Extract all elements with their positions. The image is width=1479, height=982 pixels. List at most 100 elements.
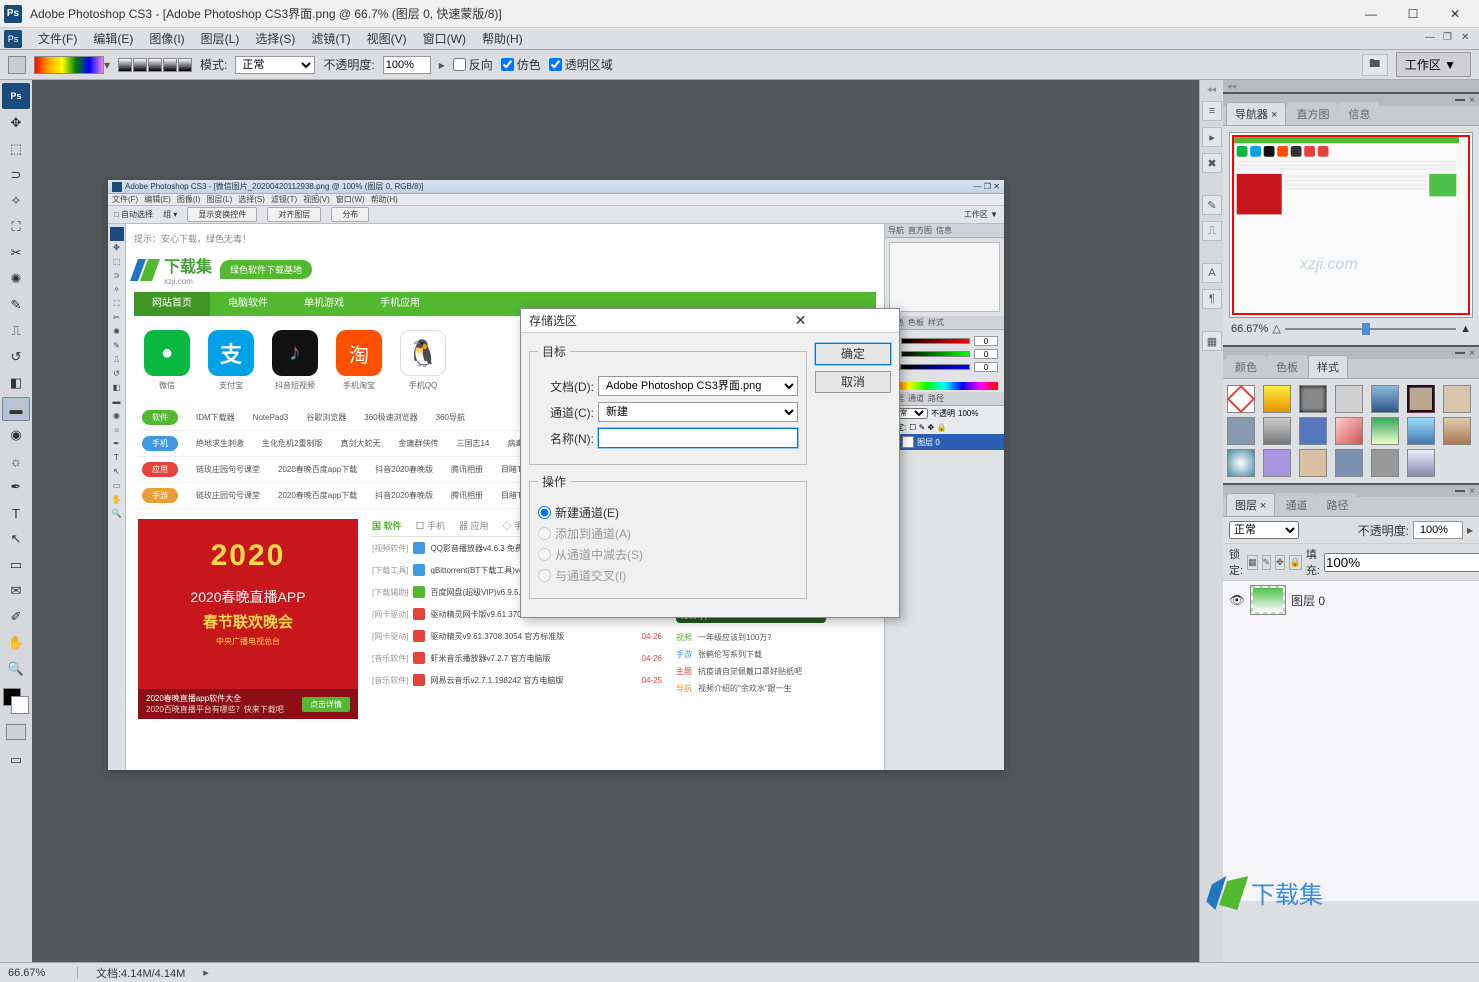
zoom-tool[interactable]: 🔍 bbox=[2, 657, 30, 681]
status-zoom[interactable]: 66.67% bbox=[8, 967, 78, 979]
navigator-thumbnail[interactable] bbox=[1232, 135, 1470, 315]
menu-image[interactable]: 图像(I) bbox=[141, 27, 192, 50]
reverse-checkbox[interactable]: 反向 bbox=[453, 56, 493, 73]
style-swatch[interactable] bbox=[1299, 385, 1327, 413]
pen-tool[interactable]: ✒ bbox=[2, 475, 30, 499]
style-swatch[interactable] bbox=[1263, 385, 1291, 413]
ok-button[interactable]: 确定 bbox=[815, 343, 891, 365]
go-to-bridge-button[interactable]: 🖿 bbox=[1362, 54, 1388, 76]
dither-checkbox[interactable]: 仿色 bbox=[501, 56, 541, 73]
eraser-tool[interactable]: ◧ bbox=[2, 371, 30, 395]
lock-transparent-icon[interactable]: ▦ bbox=[1247, 555, 1258, 570]
fill-input[interactable] bbox=[1324, 553, 1479, 572]
zoom-out-icon[interactable]: △ bbox=[1272, 322, 1280, 335]
gradient-preview[interactable] bbox=[34, 56, 104, 74]
tab-paths[interactable]: 路径 bbox=[1317, 493, 1357, 516]
dock-character-icon[interactable]: A bbox=[1202, 263, 1222, 283]
style-swatch[interactable] bbox=[1299, 417, 1327, 445]
stamp-tool[interactable]: ⎍ bbox=[2, 319, 30, 343]
lock-all-icon[interactable]: 🔒 bbox=[1289, 555, 1302, 570]
notes-tool[interactable]: ✉ bbox=[2, 579, 30, 603]
opacity-arrow-icon[interactable]: ▸ bbox=[439, 58, 445, 72]
document-select[interactable]: Adobe Photoshop CS3界面.png bbox=[598, 376, 798, 396]
blur-tool[interactable]: ◉ bbox=[2, 423, 30, 447]
crop-tool[interactable]: ⛶ bbox=[2, 215, 30, 239]
dock-history-icon[interactable]: ≡ bbox=[1202, 101, 1222, 121]
minimize-button[interactable]: — bbox=[1351, 2, 1391, 26]
tab-styles[interactable]: 样式 bbox=[1308, 355, 1348, 378]
transparency-checkbox[interactable]: 透明区域 bbox=[549, 56, 613, 73]
channel-select[interactable]: 新建 bbox=[598, 402, 798, 422]
shape-tool[interactable]: ▭ bbox=[2, 553, 30, 577]
gradient-angle[interactable] bbox=[148, 58, 162, 72]
gradient-radial[interactable] bbox=[133, 58, 147, 72]
canvas-area[interactable]: Adobe Photoshop CS3 - [微信图片_202004201129… bbox=[32, 80, 1199, 962]
style-swatch[interactable] bbox=[1407, 385, 1435, 413]
workspace-dropdown[interactable]: 工作区 ▼ bbox=[1396, 52, 1471, 77]
opacity-input[interactable] bbox=[383, 56, 431, 74]
quick-mask-toggle[interactable] bbox=[6, 724, 26, 740]
dodge-tool[interactable]: ☼ bbox=[2, 449, 30, 473]
blend-mode-select[interactable]: 正常 bbox=[235, 56, 315, 74]
doc-minimize-button[interactable]: — bbox=[1425, 32, 1439, 46]
menu-help[interactable]: 帮助(H) bbox=[474, 27, 531, 50]
maximize-button[interactable]: ☐ bbox=[1393, 2, 1433, 26]
layer-thumbnail[interactable] bbox=[1250, 585, 1286, 615]
style-swatch[interactable] bbox=[1407, 417, 1435, 445]
dialog-close-button[interactable]: ✕ bbox=[710, 312, 891, 329]
name-input[interactable] bbox=[598, 428, 798, 448]
style-swatch[interactable] bbox=[1335, 417, 1363, 445]
style-swatch[interactable] bbox=[1371, 449, 1399, 477]
dock-clone-icon[interactable]: ⎍ bbox=[1202, 221, 1222, 241]
screen-mode-button[interactable]: ▭ bbox=[2, 748, 30, 772]
menu-filter[interactable]: 滤镜(T) bbox=[303, 27, 358, 50]
style-swatch[interactable] bbox=[1227, 449, 1255, 477]
ps-home-button[interactable]: Ps bbox=[2, 83, 30, 109]
style-swatch[interactable] bbox=[1335, 385, 1363, 413]
tab-histogram[interactable]: 直方图 bbox=[1287, 102, 1338, 125]
history-brush-tool[interactable]: ↺ bbox=[2, 345, 30, 369]
dock-actions-icon[interactable]: ▸ bbox=[1202, 127, 1222, 147]
layer-row[interactable]: 👁 图层 0 bbox=[1223, 581, 1479, 619]
background-color[interactable] bbox=[11, 696, 29, 714]
tool-preset-dd[interactable] bbox=[8, 56, 26, 74]
tab-swatches[interactable]: 色板 bbox=[1267, 355, 1307, 378]
gradient-tool[interactable]: ▬ bbox=[2, 397, 30, 421]
menu-select[interactable]: 选择(S) bbox=[247, 27, 303, 50]
dock-layercomps-icon[interactable]: ▦ bbox=[1202, 331, 1222, 351]
lock-pixels-icon[interactable]: ✎ bbox=[1262, 555, 1272, 570]
magic-wand-tool[interactable]: ✧ bbox=[2, 189, 30, 213]
gradient-reflected[interactable] bbox=[163, 58, 177, 72]
style-swatch[interactable] bbox=[1263, 417, 1291, 445]
style-swatch[interactable] bbox=[1263, 449, 1291, 477]
dock-paragraph-icon[interactable]: ¶ bbox=[1202, 289, 1222, 309]
healing-tool[interactable]: ✺ bbox=[2, 267, 30, 291]
menu-view[interactable]: 视图(V) bbox=[359, 27, 415, 50]
lock-position-icon[interactable]: ✥ bbox=[1275, 555, 1285, 570]
style-swatch[interactable] bbox=[1227, 417, 1255, 445]
menu-edit[interactable]: 编辑(E) bbox=[85, 27, 141, 50]
dock-tools-icon[interactable]: ✖ bbox=[1202, 153, 1222, 173]
type-tool[interactable]: T bbox=[2, 501, 30, 525]
doc-restore-button[interactable]: ❐ bbox=[1443, 32, 1457, 46]
style-swatch[interactable] bbox=[1335, 449, 1363, 477]
gradient-linear[interactable] bbox=[118, 58, 132, 72]
style-swatch[interactable] bbox=[1407, 449, 1435, 477]
tab-navigator[interactable]: 导航器 × bbox=[1226, 102, 1286, 125]
cancel-button[interactable]: 取消 bbox=[815, 371, 891, 393]
layer-blend-select[interactable]: 正常 bbox=[1229, 521, 1299, 539]
navigator-zoom-slider[interactable] bbox=[1285, 323, 1456, 335]
gradient-diamond[interactable] bbox=[178, 58, 192, 72]
hand-tool[interactable]: ✋ bbox=[2, 631, 30, 655]
style-swatch[interactable] bbox=[1299, 449, 1327, 477]
tab-layers[interactable]: 图层 × bbox=[1226, 493, 1275, 516]
tab-channels[interactable]: 通道 bbox=[1276, 493, 1316, 516]
menu-layer[interactable]: 图层(L) bbox=[193, 27, 248, 50]
style-swatch[interactable] bbox=[1443, 385, 1471, 413]
menu-window[interactable]: 窗口(W) bbox=[415, 27, 474, 50]
slice-tool[interactable]: ✂ bbox=[2, 241, 30, 265]
visibility-icon[interactable]: 👁 bbox=[1229, 593, 1245, 607]
lasso-tool[interactable]: ⊃ bbox=[2, 163, 30, 187]
eyedropper-tool[interactable]: ✐ bbox=[2, 605, 30, 629]
brush-tool[interactable]: ✎ bbox=[2, 293, 30, 317]
